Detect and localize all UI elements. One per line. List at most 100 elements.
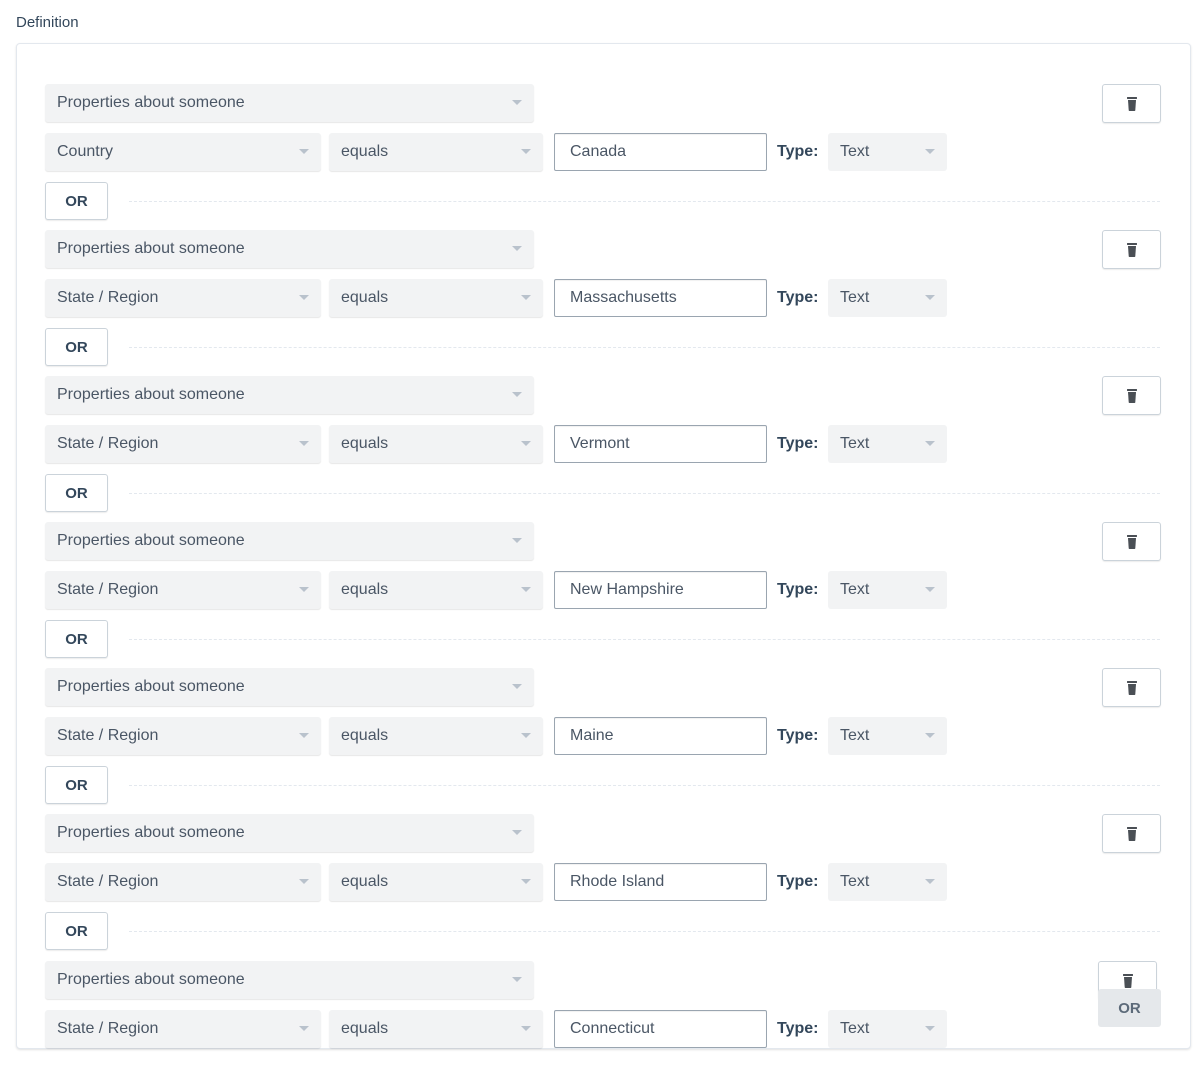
property-select-value: State / Region: [57, 727, 159, 744]
type-label: Type:: [777, 289, 819, 306]
caret-down-icon: [521, 879, 531, 884]
type-label: Type:: [777, 873, 819, 890]
operator-select[interactable]: equals: [329, 1010, 543, 1048]
type-select[interactable]: Text: [828, 279, 947, 317]
property-select[interactable]: Country: [45, 133, 321, 171]
property-select[interactable]: State / Region: [45, 1010, 321, 1048]
trash-icon: [1126, 680, 1137, 695]
delete-filter-button[interactable]: [1102, 522, 1161, 561]
category-select[interactable]: Properties about someone: [45, 230, 534, 268]
category-select-value: Properties about someone: [57, 971, 245, 988]
type-select[interactable]: Text: [828, 571, 947, 609]
type-select[interactable]: Text: [828, 863, 947, 901]
operator-select[interactable]: equals: [329, 863, 543, 901]
property-select-value: State / Region: [57, 289, 159, 306]
or-button[interactable]: OR: [45, 328, 108, 366]
caret-down-icon: [925, 733, 935, 738]
operator-select-value: equals: [341, 1020, 389, 1037]
or-button[interactable]: OR: [45, 620, 108, 658]
caret-down-icon: [512, 830, 522, 835]
type-select[interactable]: Text: [828, 717, 947, 755]
add-or-filter-button[interactable]: OR: [1098, 989, 1161, 1027]
type-label: Type:: [777, 727, 819, 744]
or-divider: [129, 639, 1160, 640]
operator-select[interactable]: equals: [329, 571, 543, 609]
operator-select[interactable]: equals: [329, 133, 543, 171]
category-select[interactable]: Properties about someone: [45, 814, 534, 852]
or-button[interactable]: OR: [45, 474, 108, 512]
type-select[interactable]: Text: [828, 425, 947, 463]
caret-down-icon: [521, 149, 531, 154]
type-select-value: Text: [840, 143, 870, 160]
caret-down-icon: [512, 538, 522, 543]
trash-icon: [1126, 388, 1137, 403]
filter-value-input[interactable]: [554, 863, 767, 901]
operator-select[interactable]: equals: [329, 279, 543, 317]
operator-select-value: equals: [341, 727, 389, 744]
caret-down-icon: [512, 100, 522, 105]
caret-down-icon: [299, 733, 309, 738]
filter-value-input[interactable]: [554, 1010, 767, 1048]
trash-icon: [1126, 242, 1137, 257]
category-select[interactable]: Properties about someone: [45, 522, 534, 560]
delete-filter-button[interactable]: [1102, 814, 1161, 853]
caret-down-icon: [925, 1026, 935, 1031]
filter-group-2: Properties about someone State / Region …: [17, 210, 1190, 366]
type-select-value: Text: [840, 873, 870, 890]
filter-value-input[interactable]: [554, 133, 767, 171]
caret-down-icon: [512, 684, 522, 689]
property-select[interactable]: State / Region: [45, 863, 321, 901]
caret-down-icon: [925, 295, 935, 300]
type-select[interactable]: Text: [828, 133, 947, 171]
property-select-value: State / Region: [57, 435, 159, 452]
caret-down-icon: [299, 149, 309, 154]
or-button[interactable]: OR: [45, 182, 108, 220]
filter-value-input[interactable]: [554, 279, 767, 317]
property-select[interactable]: State / Region: [45, 279, 321, 317]
category-select-value: Properties about someone: [57, 824, 245, 841]
type-select-value: Text: [840, 727, 870, 744]
or-divider: [129, 493, 1160, 494]
type-label: Type:: [777, 581, 819, 598]
operator-select[interactable]: equals: [329, 717, 543, 755]
delete-filter-button[interactable]: [1102, 84, 1161, 123]
type-select-value: Text: [840, 435, 870, 452]
property-select[interactable]: State / Region: [45, 571, 321, 609]
filter-value-input[interactable]: [554, 425, 767, 463]
property-select[interactable]: State / Region: [45, 717, 321, 755]
category-select[interactable]: Properties about someone: [45, 961, 534, 999]
type-label: Type:: [777, 435, 819, 452]
or-button[interactable]: OR: [45, 766, 108, 804]
filter-value-input[interactable]: [554, 571, 767, 609]
operator-select[interactable]: equals: [329, 425, 543, 463]
delete-filter-button[interactable]: [1102, 230, 1161, 269]
property-select-value: State / Region: [57, 873, 159, 890]
delete-filter-button[interactable]: [1102, 668, 1161, 707]
caret-down-icon: [299, 879, 309, 884]
caret-down-icon: [512, 392, 522, 397]
category-select-value: Properties about someone: [57, 94, 245, 111]
property-select[interactable]: State / Region: [45, 425, 321, 463]
caret-down-icon: [521, 587, 531, 592]
operator-select-value: equals: [341, 289, 389, 306]
section-label-definition: Definition: [16, 14, 79, 31]
caret-down-icon: [299, 295, 309, 300]
caret-down-icon: [925, 879, 935, 884]
category-select[interactable]: Properties about someone: [45, 84, 534, 122]
caret-down-icon: [299, 1026, 309, 1031]
caret-down-icon: [521, 1026, 531, 1031]
type-select[interactable]: Text: [828, 1010, 947, 1048]
category-select[interactable]: Properties about someone: [45, 376, 534, 414]
or-button[interactable]: OR: [45, 912, 108, 950]
filter-definition-container: Properties about someone State / Region …: [16, 43, 1191, 1049]
trash-icon: [1122, 973, 1133, 988]
filter-group-3: Properties about someone State / Region …: [17, 356, 1190, 512]
filter-value-input[interactable]: [554, 717, 767, 755]
delete-filter-button[interactable]: [1102, 376, 1161, 415]
caret-down-icon: [925, 441, 935, 446]
caret-down-icon: [521, 441, 531, 446]
category-select-value: Properties about someone: [57, 678, 245, 695]
category-select-value: Properties about someone: [57, 240, 245, 257]
category-select[interactable]: Properties about someone: [45, 668, 534, 706]
operator-select-value: equals: [341, 435, 389, 452]
